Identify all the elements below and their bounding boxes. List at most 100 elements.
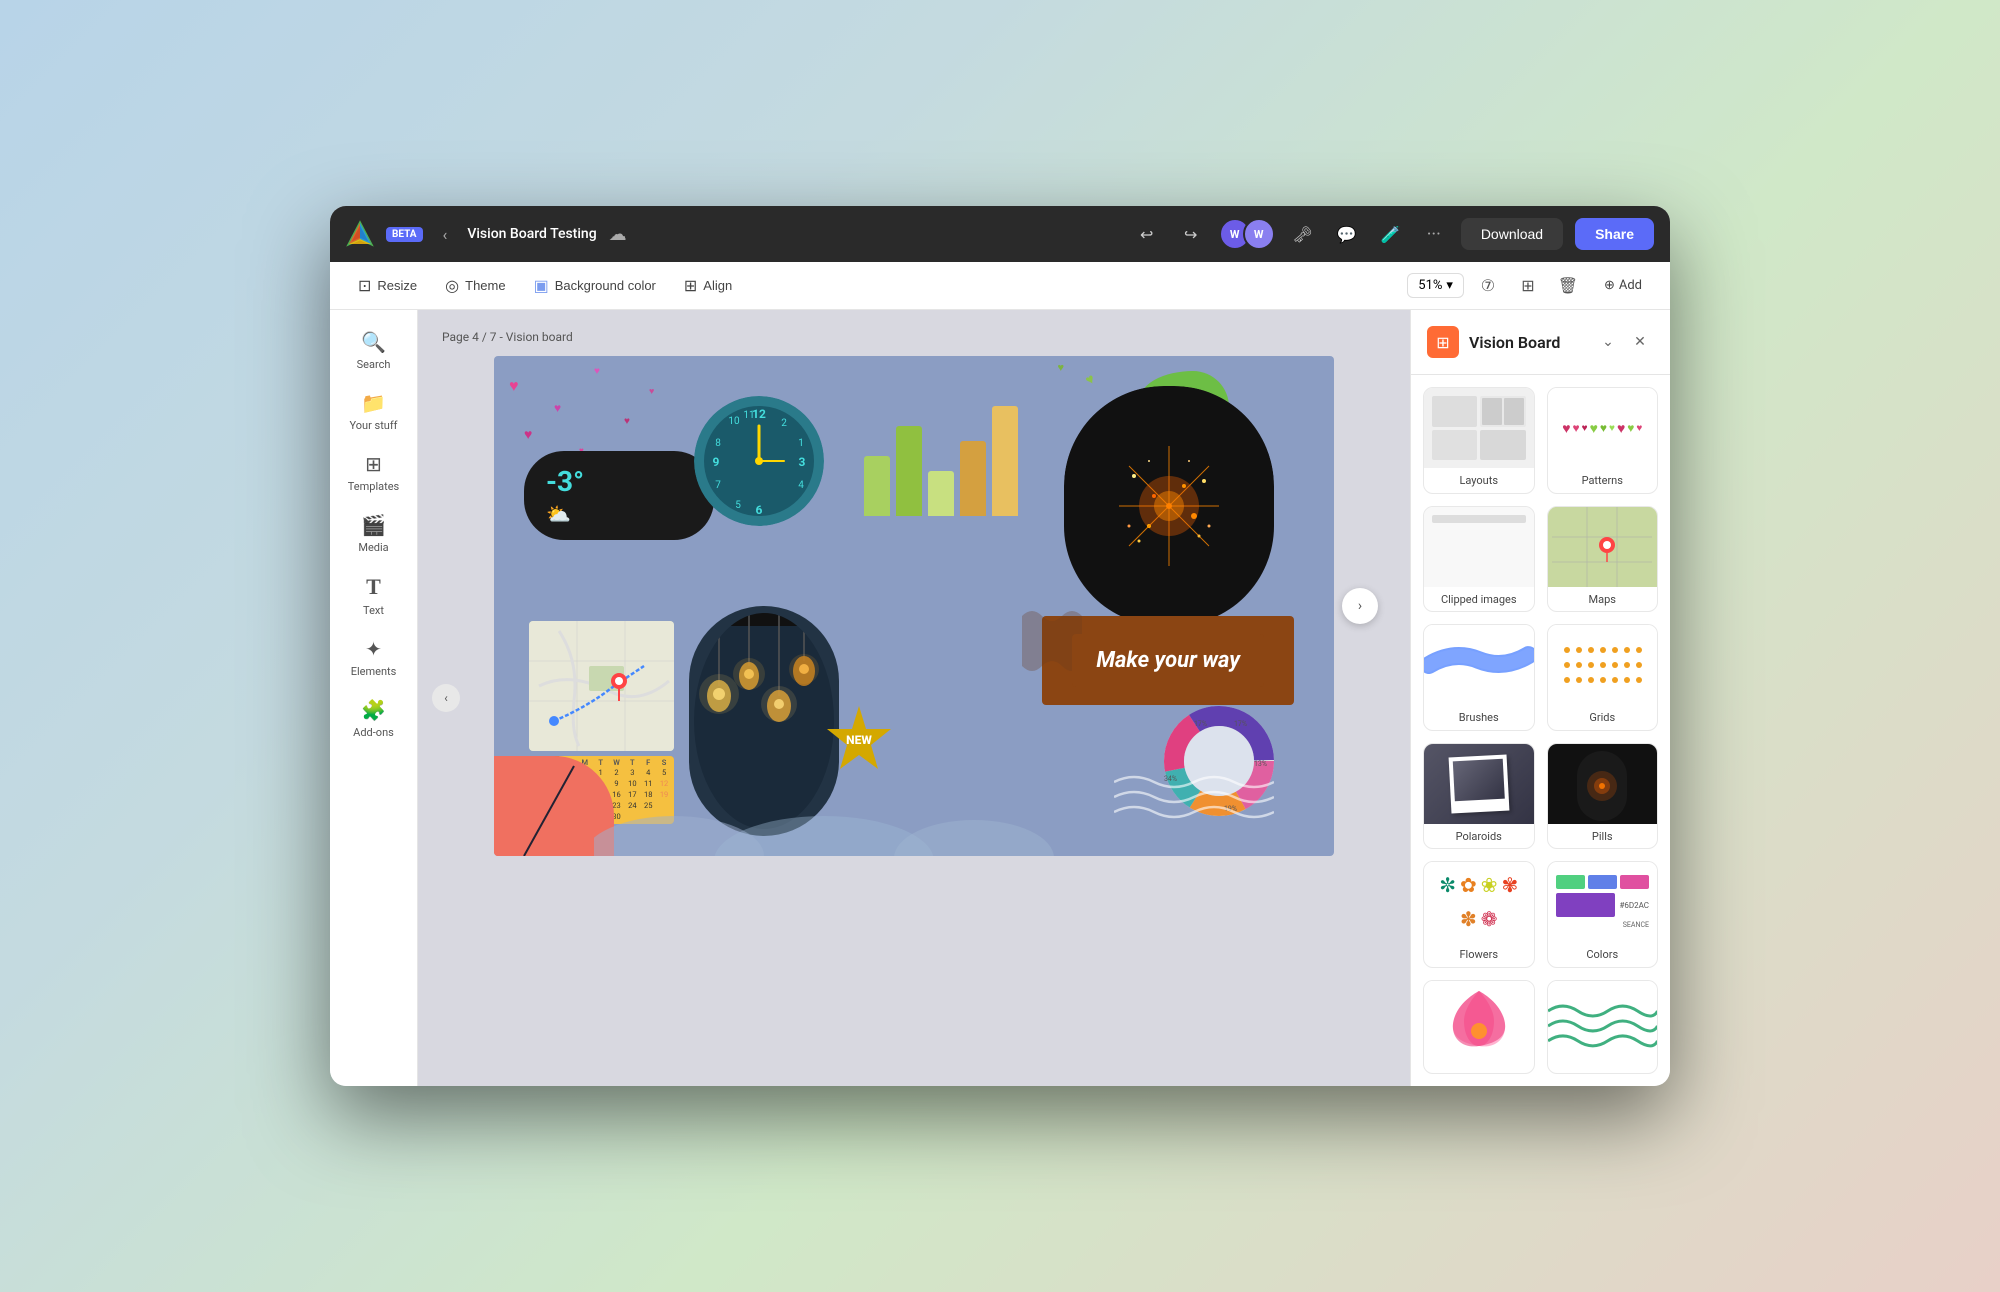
text-icon: T — [366, 574, 381, 600]
media-label: Media — [358, 541, 388, 554]
align-button[interactable]: ⊞ Align — [672, 270, 744, 302]
panel-card-clipped[interactable]: Clipped images — [1423, 506, 1535, 613]
left-sidebar: 🔍 Search 📁 Your stuff ⊞ Templates 🎬 Medi… — [330, 310, 418, 1086]
sidebar-item-text[interactable]: T Text — [336, 566, 412, 625]
banner-text: Make your way — [1096, 648, 1240, 673]
app-window: BETA ‹ Vision Board Testing ☁ ↩ ↪ W W 🗝 … — [330, 206, 1670, 1086]
panel-card-brushes[interactable]: Brushes — [1423, 624, 1535, 731]
zoom-dropdown-icon: ▾ — [1446, 278, 1453, 293]
panel-card-waves[interactable] — [1547, 980, 1659, 1074]
new-badge: NEW — [824, 704, 894, 778]
theme-button[interactable]: ◎ Theme — [433, 270, 517, 302]
document-title: Vision Board Testing — [467, 226, 596, 242]
zoom-control[interactable]: 51% ▾ — [1407, 273, 1464, 298]
bg-color-icon: ▣ — [534, 276, 549, 296]
elements-icon: ✦ — [365, 637, 382, 661]
title-bar: BETA ‹ Vision Board Testing ☁ ↩ ↪ W W 🗝 … — [330, 206, 1670, 262]
panel-card-grids[interactable]: Grids — [1547, 624, 1659, 731]
background-color-button[interactable]: ▣ Background color — [522, 270, 668, 302]
panel-title: Vision Board — [1469, 333, 1584, 352]
undo-button[interactable]: ↩ — [1131, 218, 1163, 250]
lotus-label — [1424, 1061, 1534, 1073]
lab-icon[interactable]: 🧪 — [1375, 218, 1407, 250]
maps-label: Maps — [1548, 587, 1658, 612]
addons-icon: 🧩 — [361, 698, 386, 722]
add-button[interactable]: ⊕ Add — [1592, 272, 1654, 299]
download-button[interactable]: Download — [1461, 218, 1563, 250]
panel-card-maps[interactable]: Maps — [1547, 506, 1659, 613]
elements-label: Elements — [351, 665, 397, 678]
waves-preview — [1548, 981, 1658, 1061]
panel-card-layouts[interactable]: Layouts — [1423, 387, 1535, 494]
make-your-way-banner[interactable]: Make your way — [1042, 616, 1294, 705]
canvas-next-arrow[interactable]: › — [1342, 588, 1378, 624]
bar-chart[interactable] — [864, 396, 1018, 516]
sidebar-item-templates[interactable]: ⊞ Templates — [336, 444, 412, 501]
clipped-preview — [1424, 507, 1534, 587]
maps-preview — [1548, 507, 1658, 587]
weather-icon-row: ⛅ — [546, 502, 692, 526]
share-button[interactable]: Share — [1575, 218, 1654, 250]
resize-label: Resize — [377, 278, 417, 293]
colors-preview: #6D2AC SEANCE — [1548, 862, 1658, 942]
map-element[interactable] — [529, 621, 674, 751]
brushes-preview — [1424, 625, 1534, 705]
pills-label: Pills — [1548, 824, 1658, 849]
toolbar-help-button[interactable]: ⑦ — [1472, 270, 1504, 302]
panel-card-colors[interactable]: #6D2AC SEANCE Colors — [1547, 861, 1659, 968]
key-icon[interactable]: 🗝 — [1287, 218, 1319, 250]
panel-close-button[interactable]: ✕ — [1626, 328, 1654, 356]
panel-grid: Layouts ♥ ♥ ♥ ♥ ♥ ♥ ♥ ♥ ♥ Patter — [1411, 375, 1670, 1086]
flowers-preview: ✼ ✿ ❀ ✾ ✽ ❁ — [1424, 862, 1534, 942]
svg-text:NEW: NEW — [846, 733, 872, 747]
sidebar-item-addons[interactable]: 🧩 Add-ons — [336, 690, 412, 747]
media-icon: 🎬 — [361, 513, 386, 537]
vision-board-canvas[interactable]: ♥ ♥ ♥ ♥ ♥ ♥ ♥ ♥ ♥ ♥ ♥ — [494, 356, 1334, 856]
wave-decoration — [1114, 762, 1274, 826]
panel-card-pills[interactable]: Pills — [1547, 743, 1659, 850]
panel-minimize-button[interactable]: ⌄ — [1594, 328, 1622, 356]
flowers-label: Flowers — [1424, 942, 1534, 967]
panel-card-polaroids[interactable]: Polaroids — [1423, 743, 1535, 850]
theme-label: Theme — [465, 278, 505, 293]
patterns-preview: ♥ ♥ ♥ ♥ ♥ ♥ ♥ ♥ ♥ — [1548, 388, 1658, 468]
title-bar-actions: ↩ ↪ W W 🗝 💬 🧪 ··· Download Share — [1131, 218, 1654, 250]
layouts-label: Layouts — [1424, 468, 1534, 493]
comment-icon[interactable]: 💬 — [1331, 218, 1363, 250]
sidebar-item-media[interactable]: 🎬 Media — [336, 505, 412, 562]
redo-button[interactable]: ↪ — [1175, 218, 1207, 250]
panel-card-patterns[interactable]: ♥ ♥ ♥ ♥ ♥ ♥ ♥ ♥ ♥ Patterns — [1547, 387, 1659, 494]
toolbar-delete-button[interactable]: 🗑 — [1552, 270, 1584, 302]
align-icon: ⊞ — [684, 276, 697, 296]
search-label: Search — [357, 358, 391, 371]
templates-label: Templates — [348, 480, 399, 493]
back-button[interactable]: ‹ — [435, 221, 456, 248]
svg-text:1: 1 — [798, 438, 804, 449]
sidebar-item-search[interactable]: 🔍 Search — [336, 322, 412, 379]
grids-preview — [1548, 625, 1658, 705]
cloud-sync-icon[interactable]: ☁ — [609, 224, 627, 245]
search-icon: 🔍 — [361, 330, 386, 354]
avatar-2: W — [1243, 218, 1275, 250]
your-stuff-icon: 📁 — [361, 391, 386, 415]
svg-text:4: 4 — [798, 480, 804, 491]
theme-icon: ◎ — [445, 276, 459, 296]
fireworks-element[interactable] — [1064, 386, 1274, 626]
panel-card-lotus[interactable] — [1423, 980, 1535, 1074]
templates-icon: ⊞ — [365, 452, 382, 476]
sidebar-item-your-stuff[interactable]: 📁 Your stuff — [336, 383, 412, 440]
resize-button[interactable]: ⊡ Resize — [346, 270, 429, 302]
sidebar-item-elements[interactable]: ✦ Elements — [336, 629, 412, 686]
brushes-label: Brushes — [1424, 705, 1534, 730]
app-logo — [346, 220, 374, 248]
bg-color-label: Background color — [555, 278, 656, 293]
toolbar-grid-button[interactable]: ⊞ — [1512, 270, 1544, 302]
more-options-button[interactable]: ··· — [1419, 220, 1449, 249]
your-stuff-label: Your stuff — [349, 419, 397, 432]
panel-card-flowers[interactable]: ✼ ✿ ❀ ✾ ✽ ❁ Flowers — [1423, 861, 1535, 968]
sidebar-toggle-button[interactable]: ‹ — [432, 684, 460, 712]
toolbar-right: 51% ▾ ⑦ ⊞ 🗑 ⊕ Add — [1407, 270, 1654, 302]
clock-element[interactable]: 12 3 6 9 2 11 10 1 8 4 7 5 — [694, 396, 824, 526]
weather-widget[interactable]: -3° ⛅ — [524, 451, 714, 540]
canvas-area: ‹ Page 4 / 7 - Vision board ♥ ♥ ♥ ♥ ♥ ♥ … — [418, 310, 1410, 1086]
